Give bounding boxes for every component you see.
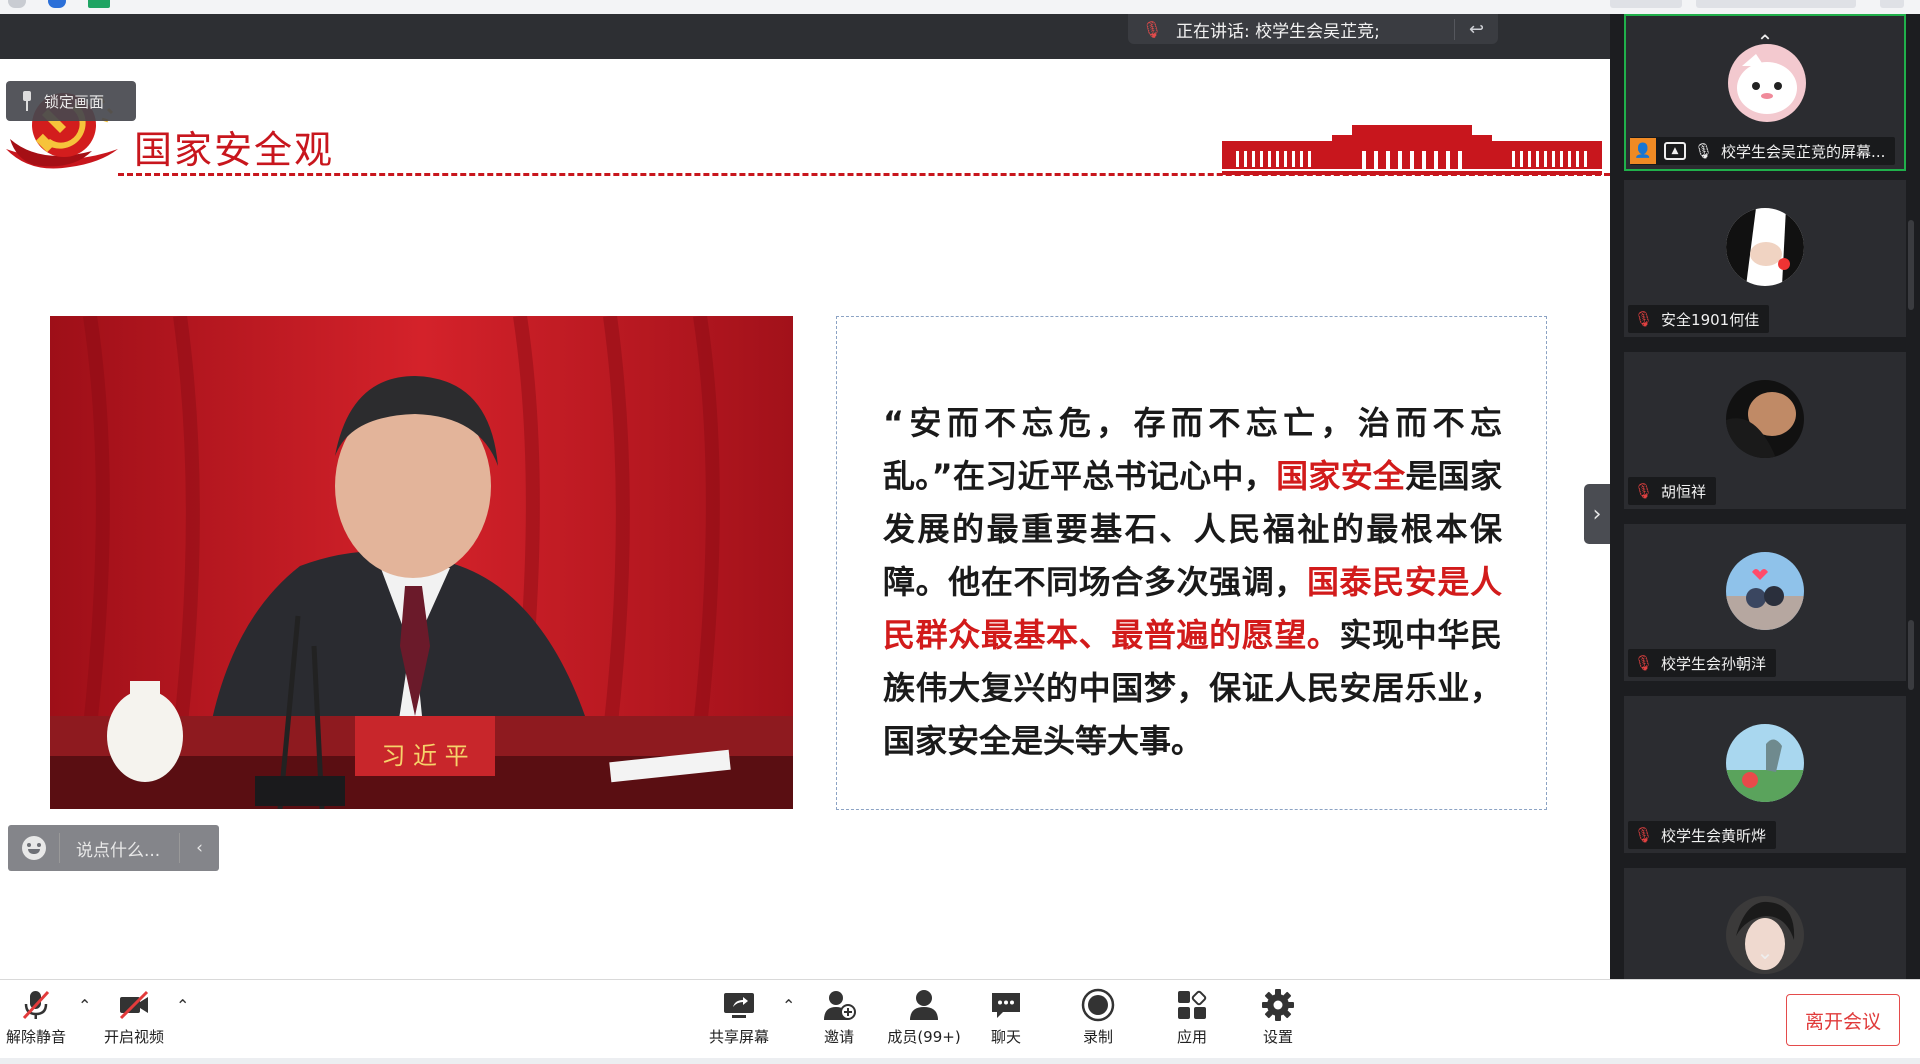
lock-view-button[interactable]: 锁定画面 <box>6 81 136 121</box>
participant-tile[interactable]: 🎙 校学生会黄昕烨 <box>1624 696 1906 853</box>
invite-label: 邀请 <box>823 1028 854 1046</box>
photo-nameplate: 习 近 平 <box>381 742 468 770</box>
pin-icon <box>20 91 34 111</box>
participant-name: 胡恒祥 <box>1661 482 1707 501</box>
quote-paragraph: “安而不忘危，存而不忘亡，治而不忘乱。”在习近平总书记心中，国家安全是国家发展的… <box>883 397 1502 768</box>
share-screen-label: 共享屏幕 <box>708 1028 769 1046</box>
mic-off-icon: 🎙 <box>1141 19 1163 39</box>
apps-label: 应用 <box>1176 1028 1207 1046</box>
participant-name-tag: 🎙 校学生会孙朝洋 <box>1628 649 1777 677</box>
unmute-button[interactable]: 解除静音 <box>4 988 68 1056</box>
settings-button[interactable]: 设置 <box>1258 988 1298 1056</box>
avatar <box>1726 208 1804 286</box>
gear-icon <box>1262 989 1294 1021</box>
chat-button[interactable]: 聊天 <box>986 988 1026 1056</box>
window-control[interactable] <box>1610 0 1682 8</box>
invite-button[interactable]: 邀请 <box>816 988 862 1056</box>
members-label: 成员(99+) <box>887 1028 961 1046</box>
apps-icon <box>1178 990 1207 1019</box>
chevron-left-icon[interactable]: ‹ <box>179 833 219 863</box>
participant-name: 校学生会吴芷竞的屏幕... <box>1721 142 1886 161</box>
participant-name-tag: 🎙 安全1901何佳 <box>1628 305 1770 333</box>
participant-name: 校学生会黄昕烨 <box>1661 826 1767 845</box>
avatar <box>1726 380 1804 458</box>
avatar <box>1728 44 1806 122</box>
avatar <box>1726 724 1804 802</box>
record-button[interactable]: 录制 <box>1078 988 1118 1056</box>
participant-name: 安全1901何佳 <box>1661 310 1760 329</box>
video-options-caret[interactable]: ⌃ <box>176 996 189 1015</box>
shared-screen-stage: 🎙 正在讲话: 校学生会吴芷竞; ↩ 锁定画面 国家安全观 习 近 平 “安而不… <box>0 14 1610 979</box>
chat-label: 聊天 <box>990 1028 1021 1046</box>
host-badge-icon: 👤 <box>1630 138 1656 164</box>
audio-options-caret[interactable]: ⌃ <box>78 996 91 1015</box>
collapse-panel-button[interactable]: › <box>1584 484 1610 544</box>
great-hall-decoration <box>1222 125 1602 175</box>
mic-off-icon: 🎙 <box>1634 654 1654 672</box>
record-icon <box>1081 988 1115 1022</box>
participant-tile[interactable]: 🎙 胡恒祥 <box>1624 352 1906 509</box>
window-top-strip <box>0 0 1920 14</box>
share-screen-button[interactable]: 共享屏幕 <box>704 988 774 1056</box>
start-video-button[interactable]: 开启视频 <box>100 988 168 1056</box>
return-icon[interactable]: ↩ <box>1454 18 1498 40</box>
mic-off-icon: 🎙 <box>1634 826 1654 844</box>
start-video-label: 开启视频 <box>103 1028 164 1046</box>
share-screen-icon: ▲ <box>1664 142 1686 160</box>
bottom-edge <box>0 1058 1920 1064</box>
video-off-icon <box>119 990 149 1020</box>
chevron-down-icon[interactable]: ⌄ <box>1624 940 1906 964</box>
speaking-indicator: 🎙 正在讲话: 校学生会吴芷竞; ↩ <box>1128 14 1498 44</box>
quote-textbox: “安而不忘危，存而不忘亡，治而不忘乱。”在习近平总书记心中，国家安全是国家发展的… <box>836 316 1547 810</box>
share-screen-icon <box>724 993 754 1018</box>
app-icon[interactable] <box>48 0 66 8</box>
mic-icon: 🎙 <box>1694 142 1714 160</box>
unmute-label: 解除静音 <box>5 1028 66 1046</box>
leave-meeting-button[interactable]: 离开会议 <box>1786 994 1900 1046</box>
members-button[interactable]: 成员(99+) <box>882 988 966 1056</box>
lock-view-label: 锁定画面 <box>44 92 105 111</box>
chevron-up-icon[interactable]: ⌃ <box>1624 30 1906 54</box>
emoji-icon[interactable] <box>8 833 60 863</box>
participant-name-tag: 🎙 校学生会黄昕烨 <box>1628 821 1777 849</box>
members-icon <box>910 990 938 1020</box>
settings-label: 设置 <box>1262 1028 1293 1046</box>
participant-name: 校学生会孙朝洋 <box>1661 654 1767 673</box>
chevron-right-icon: › <box>1592 501 1602 527</box>
quote-highlight-1: 国家安全 <box>1276 457 1406 495</box>
app-icon[interactable] <box>8 0 26 8</box>
comment-placeholder: 说点什么... <box>76 840 161 861</box>
speaking-label: 正在讲话: 校学生会吴芷竞; <box>1176 21 1380 42</box>
mic-off-icon: 🎙 <box>1634 310 1654 328</box>
slide-title: 国家安全观 <box>134 128 335 172</box>
participant-tile[interactable]: 🎙 安全1901何佳 <box>1624 180 1906 337</box>
participant-name-tag: 🎙 胡恒祥 <box>1628 477 1717 505</box>
participant-tile[interactable]: 🎙 校学生会孙朝洋 <box>1624 524 1906 681</box>
apps-button[interactable]: 应用 <box>1172 988 1212 1056</box>
mic-off-icon <box>22 990 50 1020</box>
add-person-icon <box>824 991 856 1020</box>
record-label: 录制 <box>1082 1028 1113 1046</box>
presentation-slide: 锁定画面 国家安全观 习 近 平 “安而不忘危，存而不忘亡，治而不忘乱。”在习近… <box>0 59 1610 979</box>
window-control[interactable] <box>1696 0 1856 8</box>
chat-icon <box>992 993 1020 1018</box>
app-icon[interactable] <box>88 0 110 8</box>
share-options-caret[interactable]: ⌃ <box>782 996 795 1015</box>
comment-input[interactable]: 说点什么... ‹ <box>8 825 219 871</box>
participant-name-tag: 👤 ▲ 🎙 校学生会吴芷竞的屏幕... <box>1630 137 1896 165</box>
fullscreen-icon[interactable] <box>1880 0 1904 8</box>
meeting-toolbar: 解除静音 ⌃ 开启视频 ⌃ 共享屏幕 ⌃ 邀请 成员(99+) 聊天 录制 应用… <box>0 979 1920 1064</box>
speaker-photo-image: 习 近 平 <box>50 316 793 809</box>
avatar <box>1726 552 1804 630</box>
panel-scrollbar[interactable] <box>1908 620 1914 690</box>
panel-scrollbar[interactable] <box>1908 220 1914 310</box>
mic-off-icon: 🎙 <box>1634 482 1654 500</box>
speaker-photo: 习 近 平 <box>50 316 793 809</box>
